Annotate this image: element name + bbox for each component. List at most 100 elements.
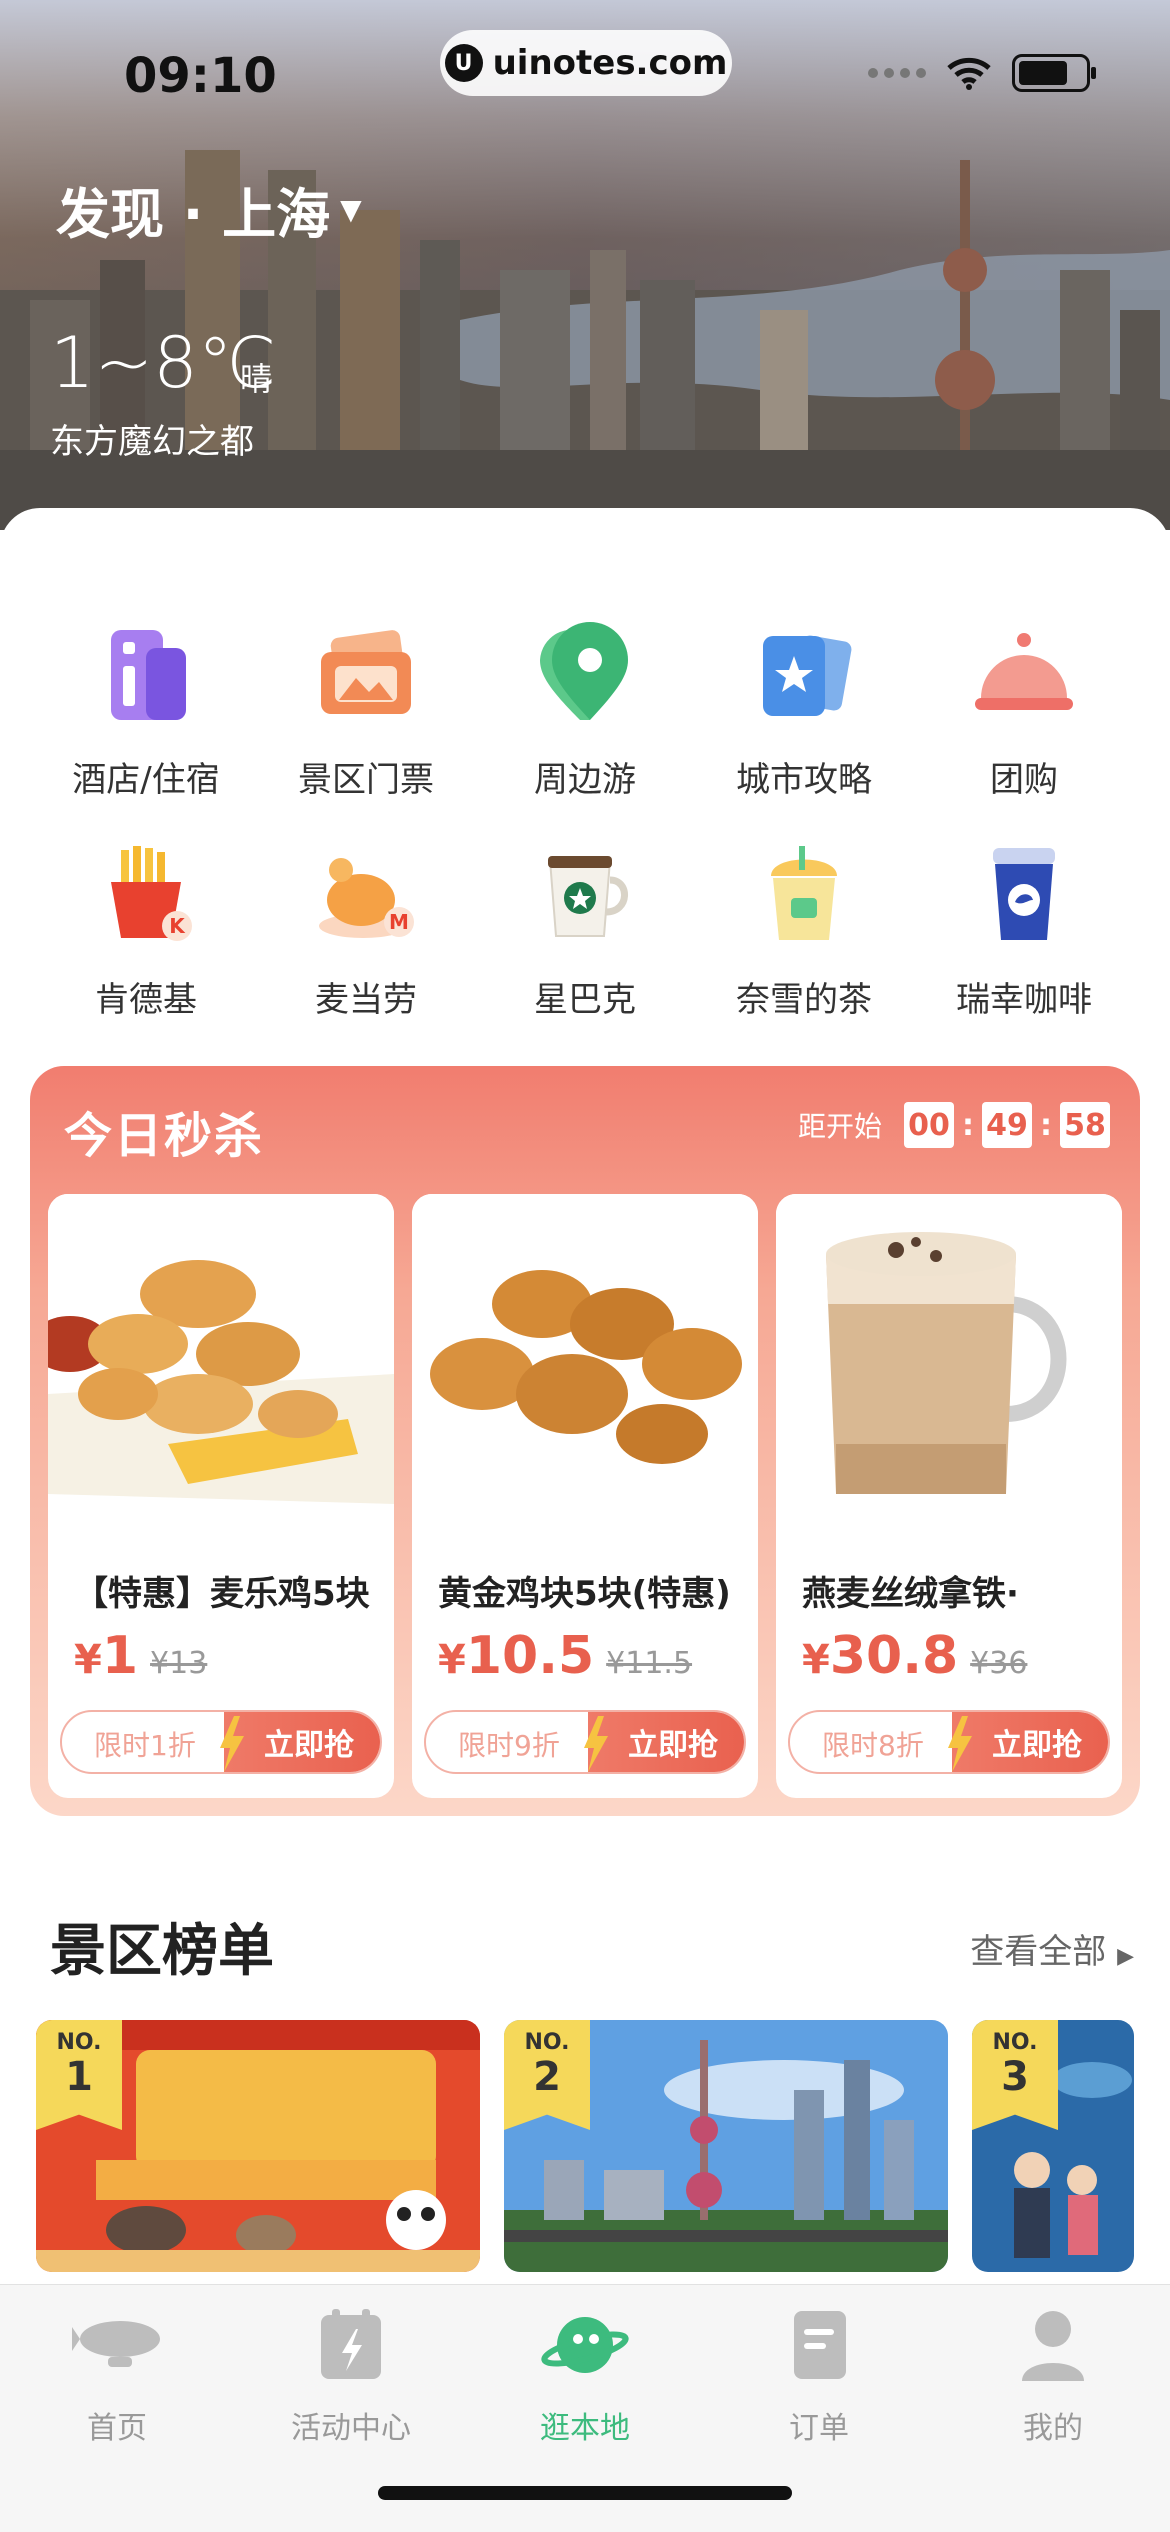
product-name: 【特惠】麦乐鸡5块	[74, 1574, 370, 1614]
category-group-buy[interactable]: 团购	[914, 620, 1134, 801]
mcdonalds-chicken-icon: M	[319, 858, 414, 938]
category-label: 景区门票	[298, 760, 434, 800]
rank-badge: NO. 3	[972, 2020, 1058, 2130]
rank-no-label: NO.	[992, 2030, 1038, 2055]
battery-icon	[1012, 54, 1096, 92]
tab-orders[interactable]: 订单	[702, 2305, 936, 2447]
grab-bar[interactable]: 限时8折 立即抢	[788, 1710, 1110, 1774]
calendar-bolt-icon	[321, 2309, 381, 2379]
weather-condition: 晴	[240, 360, 273, 398]
url-pill: U uinotes.com	[440, 30, 732, 96]
signal-dots-icon	[868, 68, 926, 78]
grab-now-button[interactable]: 立即抢	[588, 1712, 744, 1772]
category-kfc[interactable]: K 肯德基	[36, 840, 256, 1021]
product-name: 燕麦丝绒拿铁·	[802, 1574, 1019, 1614]
caret-down-icon: ▼	[340, 193, 362, 226]
view-all-link[interactable]: 查看全部 ▶	[970, 1924, 1134, 1973]
ranking-card[interactable]: NO. 2	[504, 2020, 948, 2272]
countdown-minutes: 49	[982, 1102, 1032, 1148]
ranking-card[interactable]: NO. 3	[972, 2020, 1134, 2272]
ranking-card[interactable]: NO. 1	[36, 2020, 480, 2272]
category-city-guide[interactable]: 城市攻略	[694, 620, 914, 801]
home-indicator	[378, 2486, 792, 2500]
countdown-label: 距开始	[797, 1110, 882, 1143]
sale-price: ¥10.5	[438, 1626, 595, 1686]
starbucks-cup-icon	[548, 856, 628, 937]
lightning-icon	[220, 1716, 244, 1772]
tab-profile[interactable]: 我的	[936, 2305, 1170, 2447]
chicken-nuggets-image	[48, 1194, 394, 1540]
category-scenic-tickets[interactable]: 景区门票	[256, 620, 476, 801]
flash-sale-card[interactable]: 黄金鸡块5块(特惠) ¥10.5 ¥11.5 限时9折 立即抢	[412, 1194, 758, 1798]
sale-price: ¥30.8	[802, 1626, 959, 1686]
category-label: 团购	[990, 760, 1058, 800]
category-label: 酒店/住宿	[72, 760, 220, 800]
grab-now-button[interactable]: 立即抢	[224, 1712, 380, 1772]
category-label: 星巴克	[534, 980, 636, 1020]
tab-label: 活动中心	[291, 2411, 411, 2446]
luckin-coffee-icon	[993, 848, 1055, 940]
map-pin-icon	[540, 622, 628, 720]
svg-text:K: K	[169, 914, 186, 938]
grab-now-button[interactable]: 立即抢	[952, 1712, 1108, 1772]
profile-icon	[1022, 2311, 1084, 2381]
tab-explore-local[interactable]: 逛本地	[468, 2305, 702, 2447]
blimp-icon	[72, 2321, 160, 2367]
countdown-seconds: 58	[1060, 1102, 1110, 1148]
category-label: 奈雪的茶	[736, 980, 872, 1020]
tab-label: 订单	[789, 2411, 849, 2446]
city-slogan: 东方魔幻之都	[50, 422, 254, 462]
planet-icon	[541, 2317, 629, 2373]
category-mcdonalds[interactable]: M 麦当劳	[256, 840, 476, 1021]
tab-label: 首页	[87, 2411, 147, 2446]
view-all-label: 查看全部	[970, 1932, 1107, 1972]
price-row: ¥1 ¥13	[74, 1626, 207, 1686]
category-label: 周边游	[534, 760, 636, 800]
rank-badge: NO. 1	[36, 2020, 122, 2130]
kfc-fries-icon: K	[111, 846, 192, 941]
grab-bar[interactable]: 限时9折 立即抢	[424, 1710, 746, 1774]
sale-price: ¥1	[74, 1626, 139, 1686]
tab-activity-center[interactable]: 活动中心	[234, 2305, 468, 2447]
original-price: ¥36	[970, 1646, 1028, 1681]
price-row: ¥30.8 ¥36	[802, 1626, 1027, 1686]
url-text: uinotes.com	[492, 43, 728, 83]
rank-number: 1	[65, 2054, 93, 2100]
flash-sale-title: 今日秒杀	[64, 1108, 265, 1164]
wifi-icon	[947, 57, 991, 90]
rank-no-label: NO.	[56, 2030, 102, 2055]
original-price: ¥13	[150, 1646, 208, 1681]
city-title-text: 发现 · 上海	[56, 183, 331, 246]
price-row: ¥10.5 ¥11.5	[438, 1626, 692, 1686]
flash-sale-card[interactable]: 【特惠】麦乐鸡5块 ¥1 ¥13 限时1折 立即抢	[48, 1194, 394, 1798]
city-hero-banner: 09:10 U uinotes.com 发现 · 上海 ▼ 1~8℃ 晴 东方魔…	[0, 0, 1170, 530]
order-icon	[794, 2311, 846, 2379]
guide-star-icon	[763, 635, 852, 716]
grab-bar[interactable]: 限时1折 立即抢	[60, 1710, 382, 1774]
category-hotel[interactable]: 酒店/住宿	[36, 620, 256, 801]
discount-label: 限时9折	[458, 1729, 560, 1762]
city-selector[interactable]: 发现 · 上海 ▼	[56, 170, 362, 249]
rank-badge: NO. 2	[504, 2020, 590, 2130]
tab-label: 逛本地	[540, 2411, 630, 2446]
original-price: ¥11.5	[606, 1646, 693, 1681]
flash-sale-card[interactable]: 燕麦丝绒拿铁· ¥30.8 ¥36 限时8折 立即抢	[776, 1194, 1122, 1798]
category-nearby-trips[interactable]: 周边游	[475, 620, 695, 801]
lightning-icon	[948, 1716, 972, 1772]
countdown-separator: :	[1040, 1107, 1052, 1143]
ranking-section-title: 景区榜单	[50, 1919, 274, 1984]
category-luckin[interactable]: 瑞幸咖啡	[914, 840, 1134, 1021]
category-starbucks[interactable]: 星巴克	[475, 840, 695, 1021]
category-nayuki[interactable]: 奈雪的茶	[694, 840, 914, 1021]
golden-nuggets-image	[412, 1194, 758, 1540]
nayuki-tea-icon	[771, 846, 837, 940]
status-time: 09:10	[124, 48, 277, 104]
tab-home[interactable]: 首页	[0, 2305, 234, 2447]
lightning-icon	[584, 1716, 608, 1772]
product-name: 黄金鸡块5块(特惠)	[438, 1574, 731, 1614]
category-label: 肯德基	[95, 980, 197, 1020]
discount-label: 限时8折	[822, 1729, 924, 1762]
countdown-timer: 距开始 00 : 49 : 58	[798, 1102, 1110, 1148]
category-label: 城市攻略	[736, 760, 872, 800]
flash-sale-panel: 今日秒杀 距开始 00 : 49 : 58 【特惠】麦乐鸡5块 ¥1 ¥13 限…	[30, 1066, 1140, 1816]
